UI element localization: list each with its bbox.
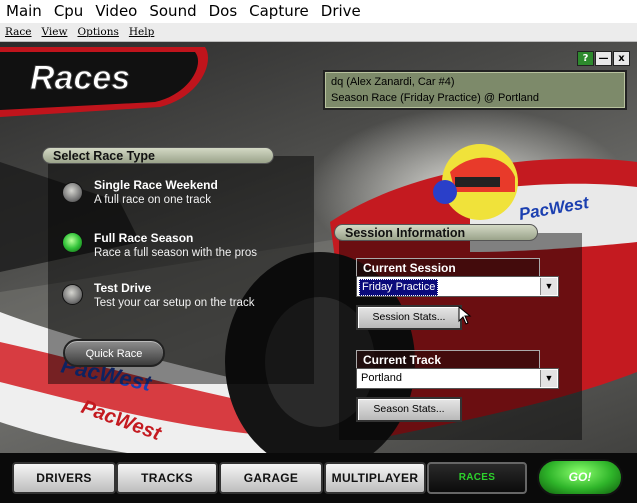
option-description: A full race on one track	[94, 194, 211, 206]
option-title: Full Race Season	[94, 231, 194, 245]
races-logo-text: Races	[30, 59, 130, 97]
host-menu-capture[interactable]: Capture	[243, 0, 315, 23]
tab-tracks[interactable]: TRACKS	[116, 462, 218, 494]
tab-races[interactable]: RACES	[427, 462, 527, 494]
host-menu-bar: Main Cpu Video Sound Dos Capture Drive	[0, 0, 637, 23]
current-session-value: Friday Practice	[359, 279, 439, 296]
app-menu-options[interactable]: Options	[72, 26, 123, 38]
app-menu-race[interactable]: Race	[0, 26, 37, 38]
tab-drivers[interactable]: DRIVERS	[12, 462, 116, 494]
tab-multiplayer[interactable]: MULTIPLAYER	[324, 462, 426, 494]
option-title: Test Drive	[94, 281, 152, 295]
season-stats-button[interactable]: Season Stats...	[356, 397, 462, 422]
radio-button[interactable]	[62, 284, 83, 305]
current-track-dropdown[interactable]: Portland ▼	[356, 368, 559, 389]
radio-button-selected[interactable]	[62, 232, 83, 253]
window-controls: ? — x	[577, 51, 630, 66]
current-track-value: Portland	[361, 372, 402, 384]
tab-garage[interactable]: GARAGE	[219, 462, 323, 494]
host-menu-video[interactable]: Video	[89, 0, 143, 23]
races-logo: Races	[0, 47, 208, 117]
minimize-icon[interactable]: —	[595, 51, 612, 66]
driver-info-box: dq (Alex Zanardi, Car #4) Season Race (F…	[323, 70, 627, 110]
host-menu-drive[interactable]: Drive	[315, 0, 367, 23]
race-type-header: Select Race Type	[42, 147, 274, 164]
chevron-down-icon[interactable]: ▼	[540, 370, 557, 387]
current-session-label: Current Session	[356, 258, 540, 276]
mouse-cursor-icon	[458, 306, 472, 325]
quick-race-button[interactable]: Quick Race	[63, 339, 165, 367]
option-title: Single Race Weekend	[94, 178, 218, 192]
host-menu-main[interactable]: Main	[0, 0, 48, 23]
current-track-label: Current Track	[356, 350, 540, 368]
option-description: Test your car setup on the track	[94, 297, 255, 309]
host-menu-sound[interactable]: Sound	[143, 0, 202, 23]
current-session-dropdown[interactable]: Friday Practice ▼	[356, 276, 559, 297]
go-button[interactable]: GO!	[537, 459, 623, 496]
host-menu-cpu[interactable]: Cpu	[48, 0, 90, 23]
host-menu-dos[interactable]: Dos	[203, 0, 244, 23]
chevron-down-icon[interactable]: ▼	[540, 278, 557, 295]
app-menu-help[interactable]: Help	[124, 26, 159, 38]
option-description: Race a full season with the pros	[94, 247, 258, 259]
app-menu-bar: Race View Options Help	[0, 23, 637, 42]
driver-info-line2: Season Race (Friday Practice) @ Portland	[331, 92, 540, 104]
session-stats-button[interactable]: Session Stats...	[356, 305, 462, 330]
help-icon[interactable]: ?	[577, 51, 594, 66]
close-icon[interactable]: x	[613, 51, 630, 66]
app-menu-view[interactable]: View	[37, 26, 73, 38]
radio-button[interactable]	[62, 182, 83, 203]
driver-info-line1: dq (Alex Zanardi, Car #4)	[331, 76, 455, 88]
session-info-header: Session Information	[334, 224, 538, 241]
